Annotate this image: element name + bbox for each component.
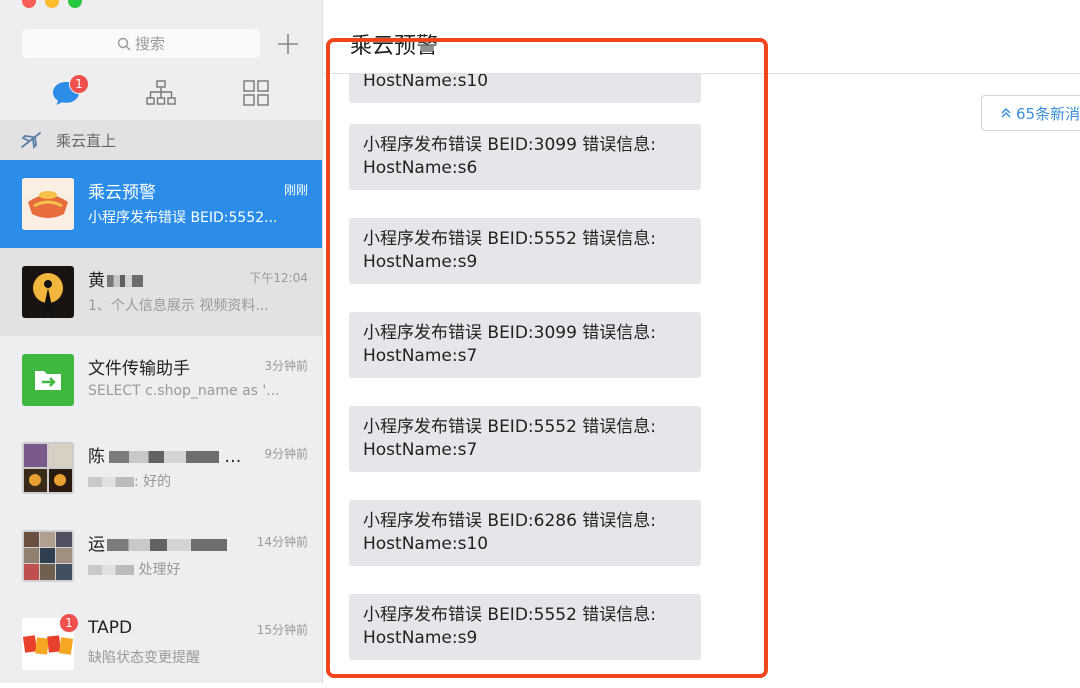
avatar: [22, 178, 74, 230]
conversation-preview: 缺陷状态变更提醒: [88, 650, 200, 666]
conversation-item[interactable]: 陈 … 9分钟前 : 好的: [0, 424, 322, 512]
conversation-name: 陈 …: [88, 447, 242, 467]
search-placeholder: 搜索: [134, 35, 165, 53]
tab-organization[interactable]: [145, 78, 177, 108]
tab-chats[interactable]: 1: [50, 74, 89, 108]
conversation-item[interactable]: 黄 下午12:04 1、个人信息展示 视频资料...: [0, 248, 322, 336]
conversation-preview: 小程序发布错误 BEID:5552...: [88, 210, 278, 226]
sidebar: 搜索 1 乘云直上 乘云预警 刚刚 小程序发布错误 BEID:5552... 黄…: [0, 0, 323, 683]
conversation-time: 刚刚: [283, 183, 308, 197]
avatar: 1: [22, 613, 79, 670]
search-icon: [117, 37, 131, 50]
group-header-label: 乘云直上: [56, 131, 117, 150]
conversation-preview: 1、个人信息展示 视频资料...: [88, 298, 269, 314]
conversation-item[interactable]: 运 14分钟前 处理好: [0, 512, 322, 600]
avatar: [22, 266, 74, 318]
minimize-window-button[interactable]: [45, 0, 59, 8]
avatar: [22, 442, 74, 494]
close-window-button[interactable]: [22, 0, 36, 8]
conversation-name: 乘云预警: [88, 183, 156, 203]
conversation-time: 9分钟前: [264, 447, 308, 461]
conversation-item[interactable]: 文件传输助手 3分钟前 SELECT c.shop_name as '...: [0, 336, 322, 424]
conversation-name: TAPD: [88, 618, 133, 638]
double-chevron-up-icon: [1001, 107, 1011, 118]
conversation-name: 黄: [88, 266, 143, 291]
conversation-name: 文件传输助手: [88, 359, 190, 379]
chats-badge: 1: [69, 74, 89, 94]
new-messages-label: 65条新消: [1016, 104, 1080, 123]
avatar: [22, 354, 74, 406]
window-controls: [22, 0, 82, 8]
conversation-time: 14分钟前: [256, 535, 308, 549]
conversation-time: 15分钟前: [256, 623, 308, 637]
search-input[interactable]: 搜索: [22, 29, 260, 58]
grid-icon: [243, 80, 269, 106]
new-messages-button[interactable]: 65条新消: [981, 95, 1080, 131]
conversation-preview: SELECT c.shop_name as '...: [88, 383, 280, 399]
avatar: [22, 530, 74, 582]
conversation-preview: 处理好: [88, 559, 308, 579]
conversation-name: 运: [88, 530, 227, 555]
airplane-icon: [21, 132, 41, 149]
tab-apps[interactable]: [240, 78, 272, 108]
conversation-preview: : 好的: [88, 471, 308, 491]
conversation-time: 下午12:04: [249, 271, 308, 285]
group-header[interactable]: 乘云直上: [0, 120, 322, 160]
conversation-item[interactable]: 1 TAPD 15分钟前 缺陷状态变更提醒: [0, 600, 322, 688]
conversation-item[interactable]: 乘云预警 刚刚 小程序发布错误 BEID:5552...: [0, 160, 322, 248]
plus-icon[interactable]: [277, 33, 299, 55]
unread-badge: 1: [59, 613, 79, 633]
folder-icon: [22, 354, 74, 406]
org-chart-icon: [146, 80, 176, 105]
zoom-window-button[interactable]: [68, 0, 82, 8]
conversation-time: 3分钟前: [264, 359, 308, 373]
highlight-annotation-box: [326, 38, 768, 678]
